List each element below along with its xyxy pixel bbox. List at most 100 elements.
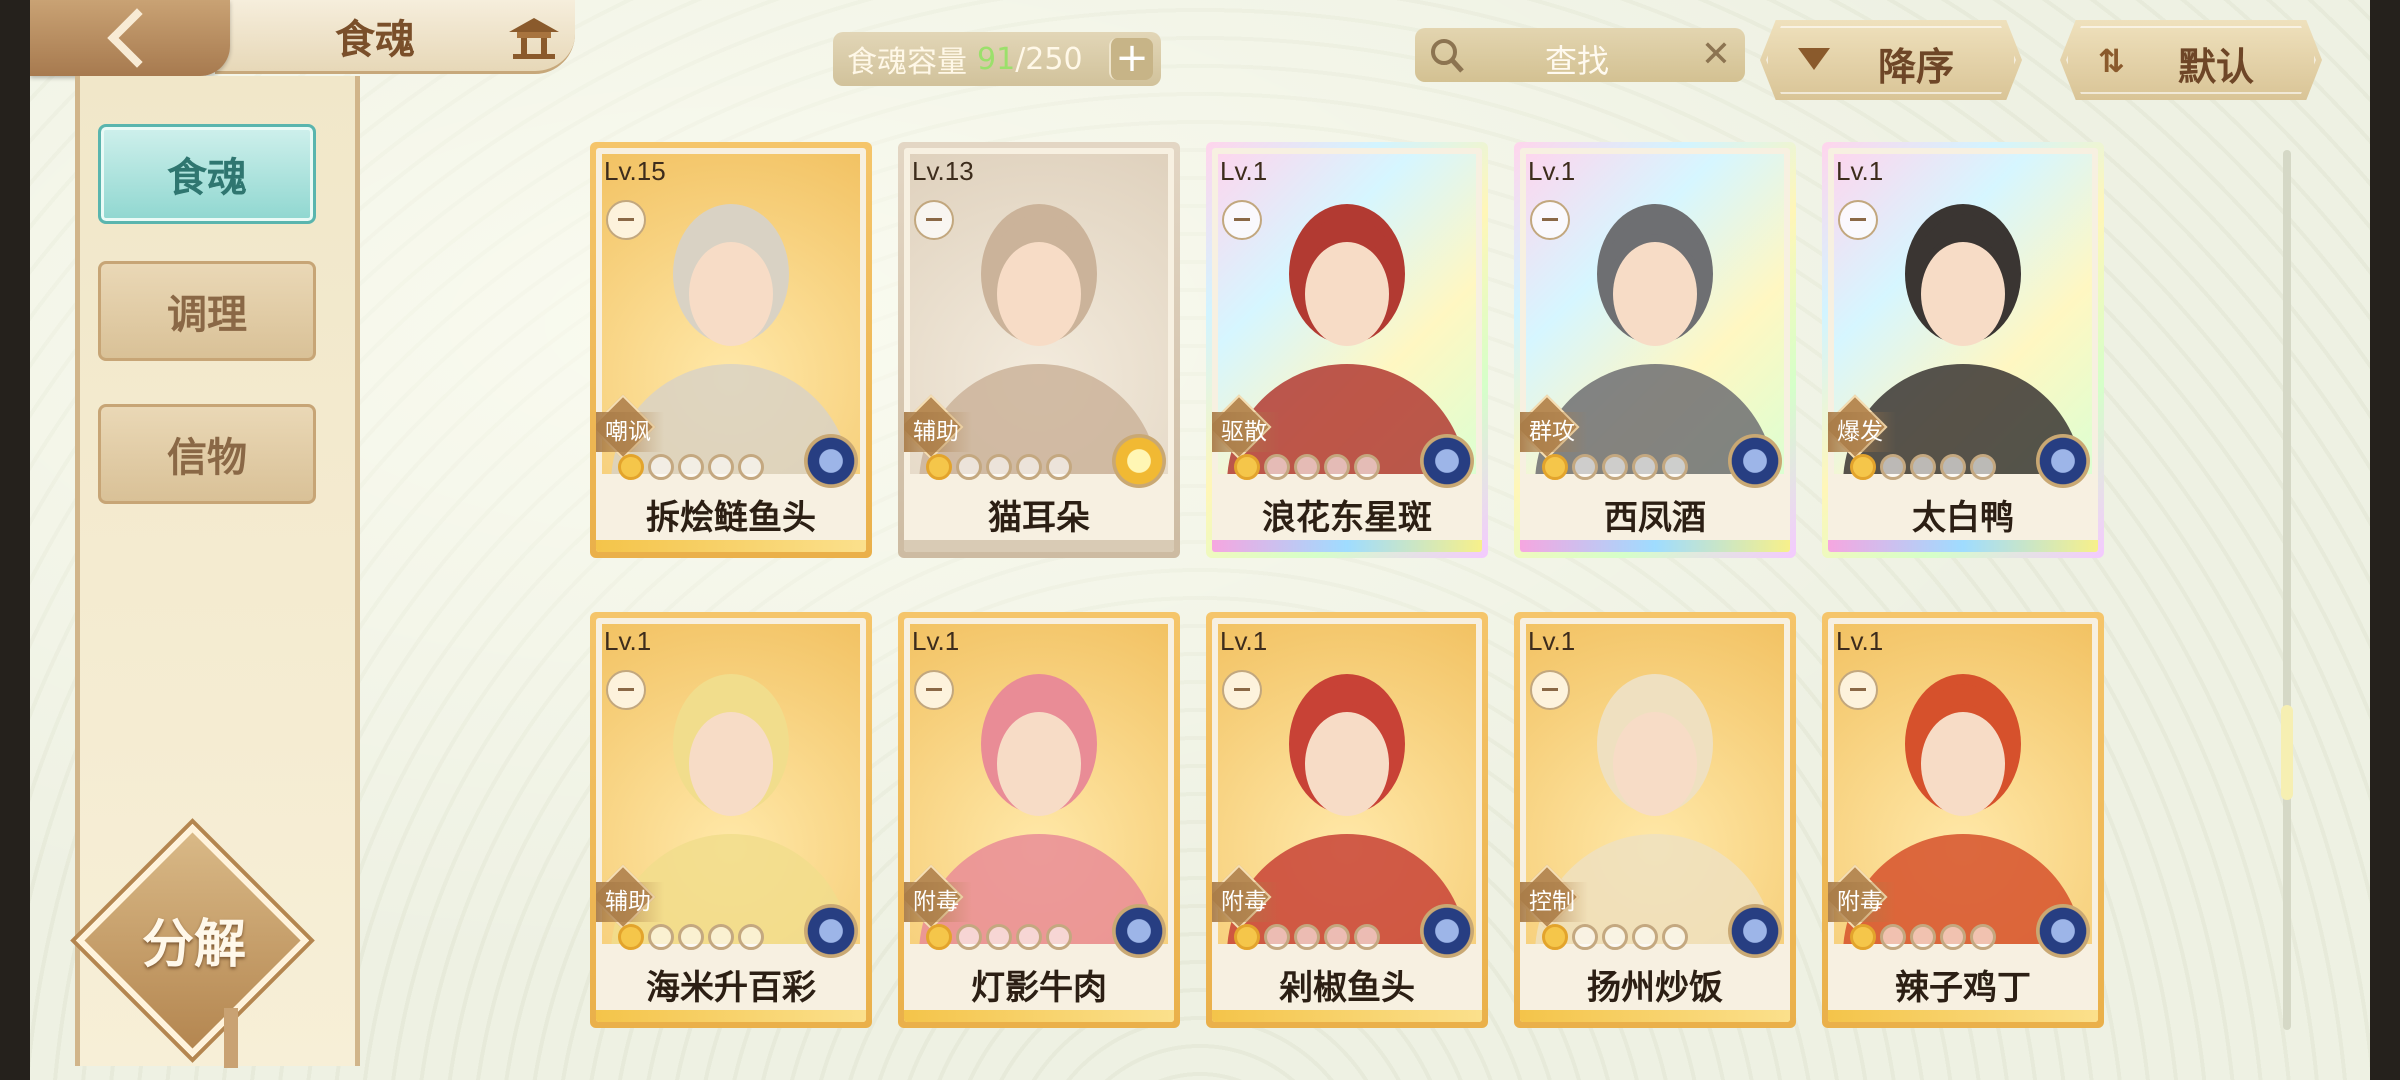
search-box[interactable]: 查找 ✕	[1415, 28, 1745, 82]
capacity-current: 91	[977, 41, 1016, 77]
star-rating	[1234, 924, 1380, 950]
card-inner: Lv.13 辅助 猫耳朵	[904, 148, 1174, 552]
card-role: 控制	[1520, 882, 1588, 922]
star-icon	[1632, 924, 1658, 950]
star-icon	[1046, 924, 1072, 950]
card-name: 猫耳朵	[988, 498, 1090, 538]
clear-search-icon[interactable]: ✕	[1701, 34, 1731, 75]
food-soul-card[interactable]: Lv.1 爆发 太白鸭	[1822, 142, 2104, 558]
star-icon	[738, 454, 764, 480]
lock-badge-icon	[606, 200, 646, 240]
card-role: 嘲讽	[596, 412, 664, 452]
triangle-down-icon	[1798, 48, 1830, 70]
star-icon	[1662, 924, 1688, 950]
card-name: 海米升百彩	[646, 968, 816, 1008]
card-level: Lv.1	[1528, 156, 1576, 186]
star-icon	[1910, 454, 1936, 480]
game-screen: 食魂 食魂容量 91 / 250 + 查找 ✕ 降序 ⇅ 默认 食魂 调理 信物…	[30, 0, 2370, 1080]
element-emblem-icon	[1112, 904, 1166, 958]
top-header: 食魂	[30, 0, 575, 76]
food-soul-card[interactable]: Lv.1 附毒 灯影牛肉	[898, 612, 1180, 1028]
star-rating	[618, 454, 764, 480]
food-soul-card[interactable]: Lv.13 辅助 猫耳朵	[898, 142, 1180, 558]
food-soul-card[interactable]: Lv.1 群攻 西凤酒	[1514, 142, 1796, 558]
card-inner: Lv.1 附毒 辣子鸡丁	[1828, 618, 2098, 1022]
scrollbar-track[interactable]	[2283, 150, 2291, 1030]
star-icon	[618, 454, 644, 480]
swap-icon: ⇅	[2098, 42, 2125, 80]
star-icon	[1970, 454, 1996, 480]
element-emblem-icon	[1728, 904, 1782, 958]
star-rating	[1850, 924, 1996, 950]
food-soul-card[interactable]: Lv.1 驱散 浪花东星斑	[1206, 142, 1488, 558]
lock-badge-icon	[914, 200, 954, 240]
pavilion-icon[interactable]	[505, 14, 563, 60]
star-rating	[1542, 454, 1688, 480]
element-emblem-icon	[2036, 434, 2090, 488]
card-level: Lv.13	[912, 156, 974, 186]
capacity-max: 250	[1025, 41, 1083, 77]
sort-default-button[interactable]: ⇅ 默认	[2060, 20, 2322, 100]
scrollbar-thumb[interactable]	[2281, 705, 2293, 800]
sort-default-label: 默认	[2178, 45, 2255, 89]
star-icon	[1602, 924, 1628, 950]
card-inner: Lv.1 控制 扬州炒饭	[1520, 618, 1790, 1022]
search-placeholder[interactable]: 查找	[1545, 36, 1609, 82]
star-icon	[1354, 924, 1380, 950]
card-footer	[1520, 540, 1790, 552]
chevron-left-icon	[107, 8, 167, 68]
star-icon	[956, 454, 982, 480]
star-icon	[1016, 924, 1042, 950]
star-icon	[648, 454, 674, 480]
add-capacity-button[interactable]: +	[1109, 38, 1153, 80]
food-soul-card[interactable]: Lv.1 辅助 海米升百彩	[590, 612, 872, 1028]
star-icon	[986, 454, 1012, 480]
star-icon	[1294, 454, 1320, 480]
food-soul-card[interactable]: Lv.1 附毒 辣子鸡丁	[1822, 612, 2104, 1028]
card-role: 附毒	[1212, 882, 1280, 922]
tab-conditioning[interactable]: 调理	[98, 261, 316, 361]
card-level: Lv.1	[1836, 626, 1884, 656]
card-footer	[596, 1010, 866, 1022]
star-icon	[1264, 454, 1290, 480]
card-role: 驱散	[1212, 412, 1280, 452]
lock-badge-icon	[1530, 200, 1570, 240]
food-soul-card[interactable]: Lv.1 附毒 剁椒鱼头	[1206, 612, 1488, 1028]
card-footer	[1212, 540, 1482, 552]
tab-keepsake[interactable]: 信物	[98, 404, 316, 504]
title-plate: 食魂	[215, 0, 575, 74]
lock-badge-icon	[606, 670, 646, 710]
lock-badge-icon	[1222, 670, 1262, 710]
element-emblem-icon	[1728, 434, 1782, 488]
star-icon	[708, 454, 734, 480]
card-inner: Lv.15 嘲讽 拆烩鲢鱼头	[596, 148, 866, 552]
food-soul-card[interactable]: Lv.1 控制 扬州炒饭	[1514, 612, 1796, 1028]
decompose-label[interactable]: 分解	[102, 902, 286, 977]
card-name: 辣子鸡丁	[1895, 968, 2031, 1008]
star-icon	[1542, 454, 1568, 480]
card-footer	[904, 540, 1174, 552]
card-name: 太白鸭	[1912, 498, 2014, 538]
back-button[interactable]	[30, 0, 230, 76]
star-icon	[1294, 924, 1320, 950]
card-role: 辅助	[904, 412, 972, 452]
card-name: 扬州炒饭	[1587, 968, 1723, 1008]
sort-order-button[interactable]: 降序	[1760, 20, 2022, 100]
element-emblem-icon	[804, 434, 858, 488]
food-soul-card[interactable]: Lv.15 嘲讽 拆烩鲢鱼头	[590, 142, 872, 558]
card-role: 附毒	[1828, 882, 1896, 922]
element-emblem-icon	[1420, 904, 1474, 958]
card-name: 浪花东星斑	[1262, 498, 1432, 538]
star-icon	[1850, 924, 1876, 950]
card-footer	[1828, 540, 2098, 552]
card-name: 剁椒鱼头	[1279, 968, 1415, 1008]
card-footer	[1828, 1010, 2098, 1022]
tab-food-soul[interactable]: 食魂	[98, 124, 316, 224]
star-icon	[618, 924, 644, 950]
star-icon	[926, 924, 952, 950]
element-emblem-icon	[1420, 434, 1474, 488]
card-level: Lv.1	[1528, 626, 1576, 656]
star-rating	[1542, 924, 1688, 950]
star-icon	[1850, 454, 1876, 480]
star-icon	[708, 924, 734, 950]
